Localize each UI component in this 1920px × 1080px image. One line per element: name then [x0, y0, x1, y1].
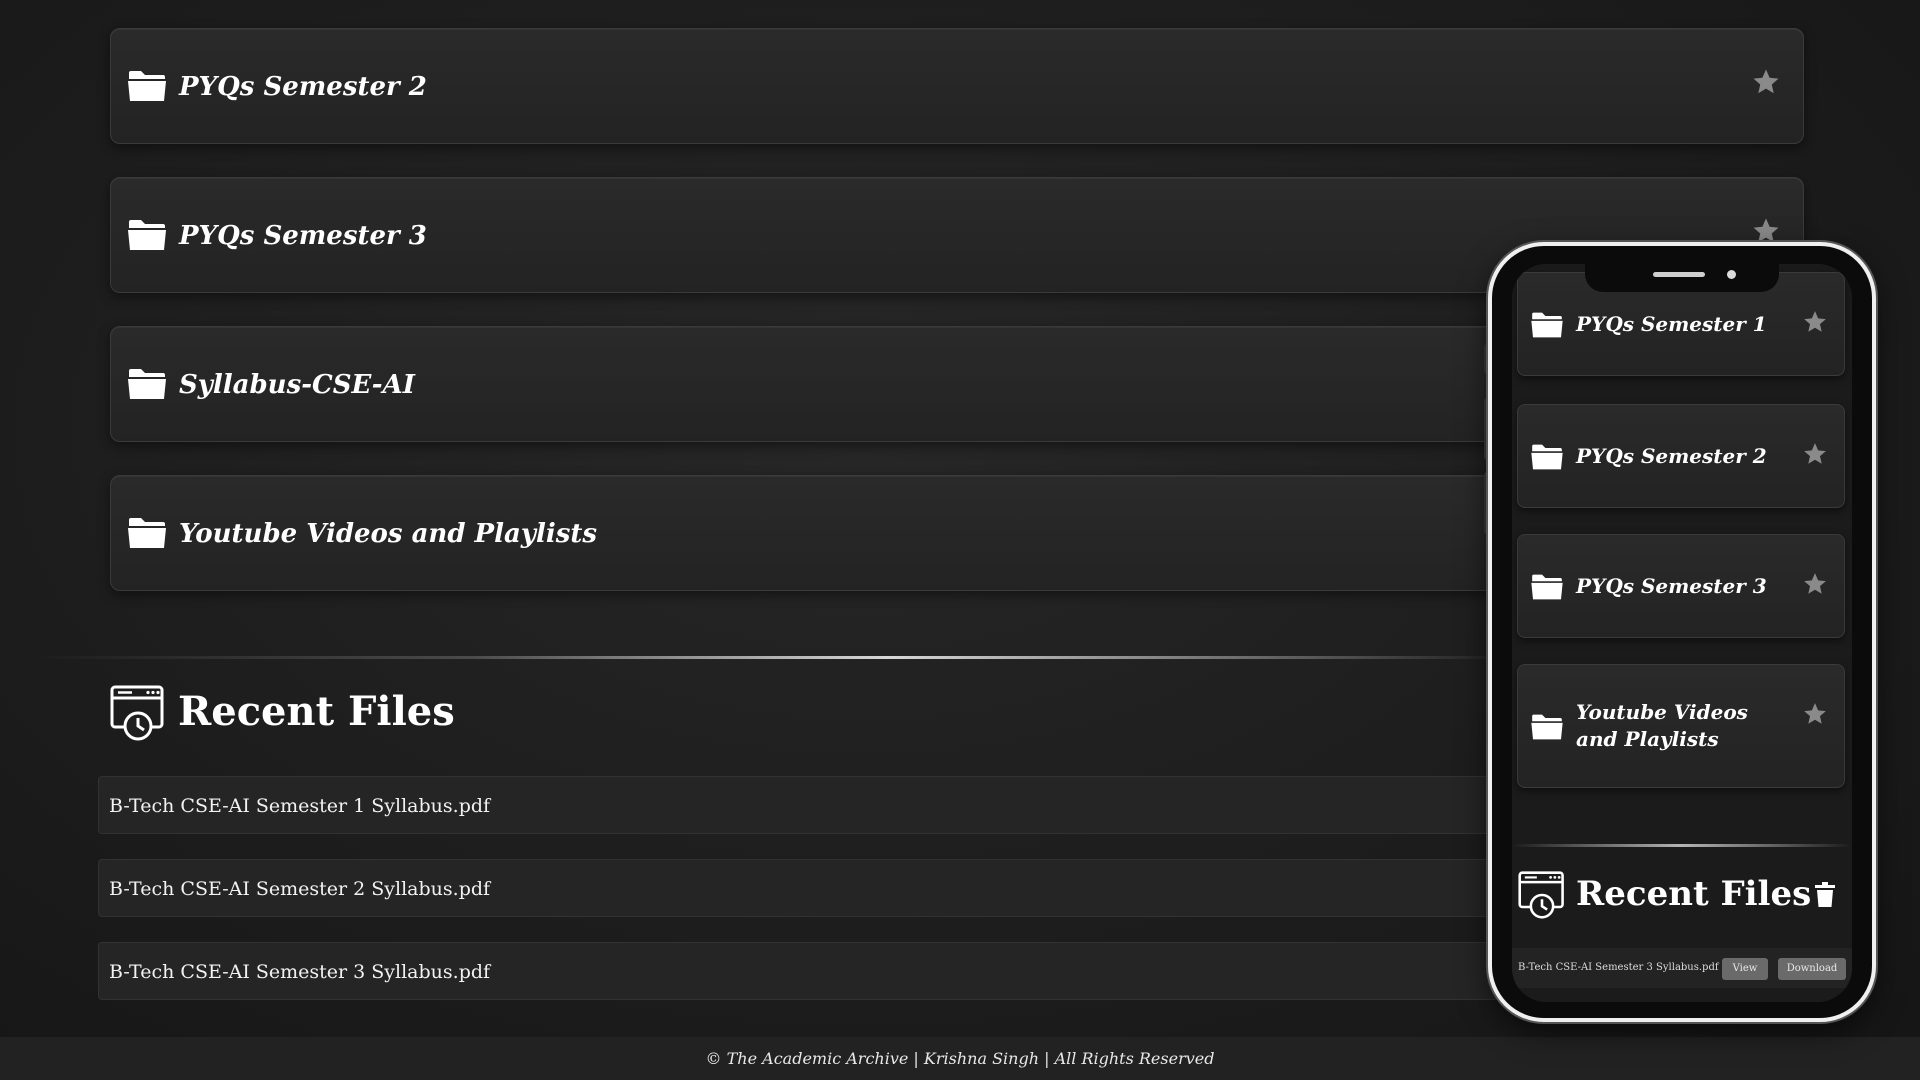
mobile-recent-files-title: Recent Files: [1576, 874, 1812, 914]
mobile-folder-card[interactable]: Youtube Videos and Playlists: [1517, 664, 1845, 788]
star-icon[interactable]: [1802, 309, 1828, 335]
folder-icon: [1531, 312, 1563, 338]
phone-notch: [1585, 262, 1779, 292]
folder-icon: [128, 220, 166, 250]
recent-files-icon: [1518, 871, 1564, 919]
folder-label: PYQs Semester 2: [179, 72, 427, 102]
section-divider: [30, 656, 1510, 659]
mobile-recent-file-row[interactable]: B-Tech CSE-AI Semester 3 Syllabus.pdf Vi…: [1512, 948, 1852, 988]
recent-file-row[interactable]: B-Tech CSE-AI Semester 1 Syllabus.pdf: [98, 776, 1558, 834]
mobile-folder-card[interactable]: PYQs Semester 2: [1517, 404, 1845, 508]
recent-file-row[interactable]: B-Tech CSE-AI Semester 3 Syllabus.pdf: [98, 942, 1558, 1000]
folder-icon: [128, 369, 166, 399]
folder-label: PYQs Semester 3: [179, 221, 427, 251]
mobile-folder-label: Youtube Videos and Playlists: [1576, 700, 1748, 751]
star-icon[interactable]: [1802, 441, 1828, 467]
folder-icon: [128, 71, 166, 101]
view-button[interactable]: View: [1722, 958, 1768, 980]
mobile-folder-label: PYQs Semester 3: [1576, 574, 1767, 598]
download-button[interactable]: Download: [1778, 958, 1846, 980]
phone-screen: PYQs Semester 1 PYQs Semester 2 PYQs Sem…: [1512, 264, 1852, 1002]
folder-icon: [1531, 444, 1563, 470]
footer: © The Academic Archive | Krishna Singh |…: [0, 1037, 1920, 1080]
mobile-recent-file-name: B-Tech CSE-AI Semester 3 Syllabus.pdf: [1518, 962, 1719, 973]
section-divider: [1512, 844, 1852, 847]
mobile-folder-label: PYQs Semester 2: [1576, 444, 1767, 468]
phone-camera: [1727, 270, 1736, 279]
recent-file-name[interactable]: B-Tech CSE-AI Semester 3 Syllabus.pdf: [109, 943, 490, 1001]
mobile-folder-label: PYQs Semester 1: [1576, 312, 1767, 336]
folder-icon: [1531, 574, 1563, 600]
folder-card-pyqs-semester-2[interactable]: PYQs Semester 2: [110, 28, 1804, 144]
recent-file-row[interactable]: B-Tech CSE-AI Semester 2 Syllabus.pdf: [98, 859, 1558, 917]
footer-text: © The Academic Archive | Krishna Singh |…: [705, 1049, 1215, 1068]
star-icon[interactable]: [1802, 571, 1828, 597]
star-icon[interactable]: [1751, 67, 1781, 97]
folder-label: Syllabus-CSE-AI: [179, 370, 415, 400]
recent-file-name[interactable]: B-Tech CSE-AI Semester 1 Syllabus.pdf: [109, 777, 490, 835]
star-icon[interactable]: [1802, 701, 1828, 727]
folder-label: Youtube Videos and Playlists: [179, 519, 597, 549]
folder-icon: [128, 518, 166, 548]
mobile-folder-card[interactable]: PYQs Semester 3: [1517, 534, 1845, 638]
recent-files-title: Recent Files: [178, 688, 455, 735]
phone-speaker: [1653, 272, 1705, 277]
recent-files-icon: [110, 685, 164, 741]
folder-icon: [1531, 714, 1563, 740]
trash-icon[interactable]: [1814, 882, 1836, 908]
recent-file-name[interactable]: B-Tech CSE-AI Semester 2 Syllabus.pdf: [109, 860, 490, 918]
